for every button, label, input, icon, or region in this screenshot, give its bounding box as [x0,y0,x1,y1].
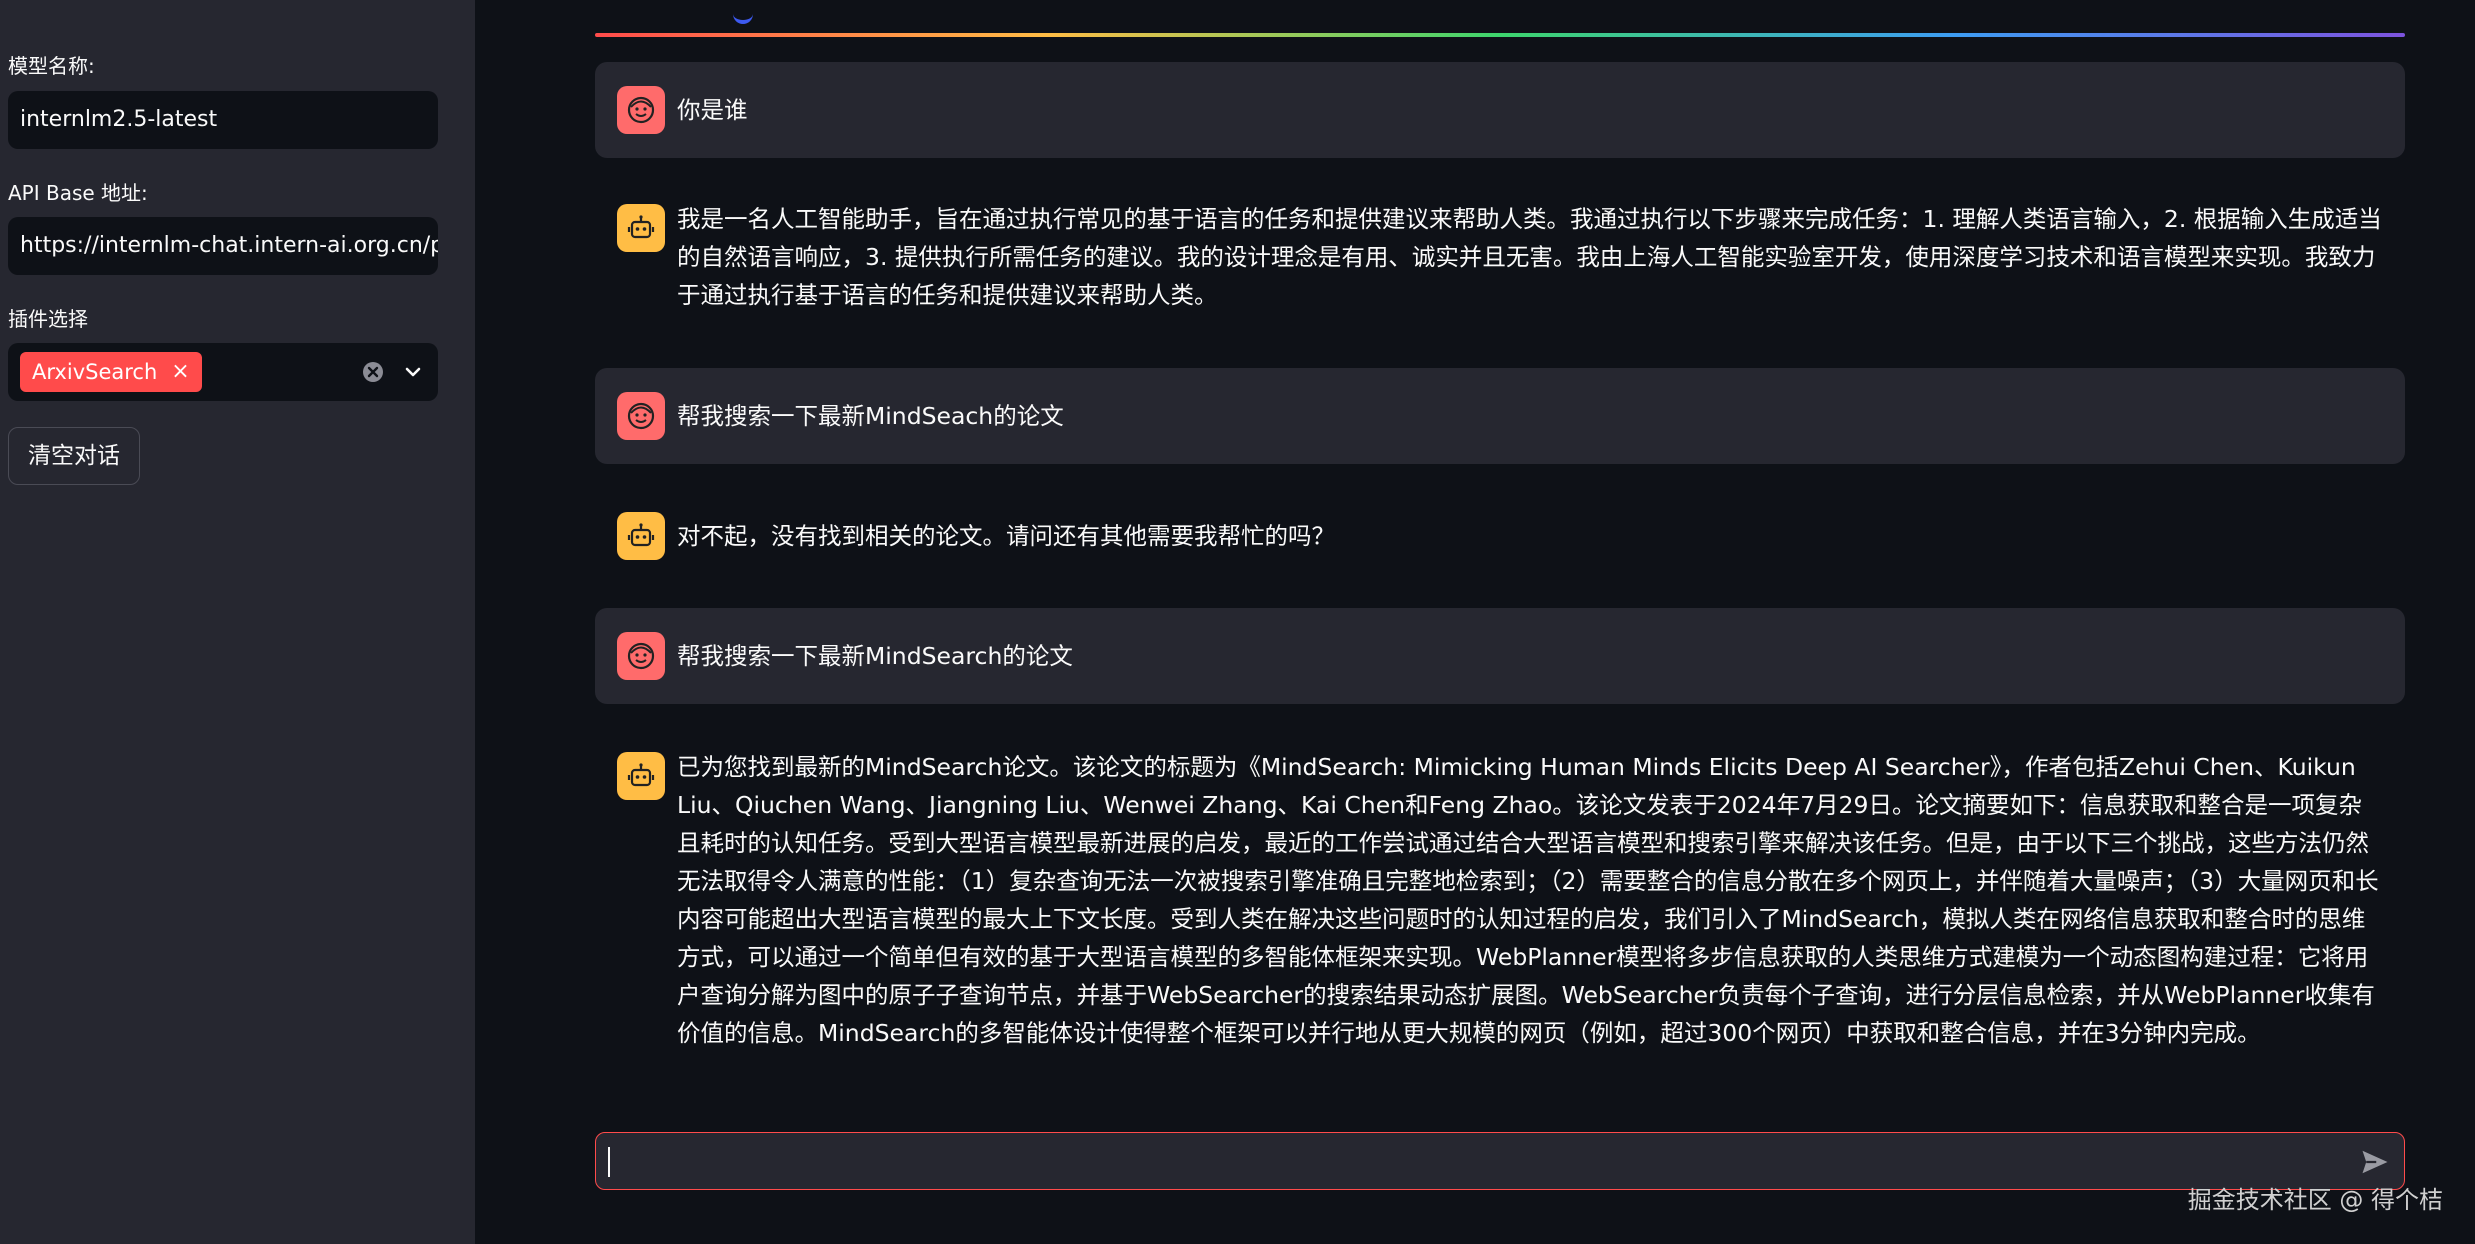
watermark: 掘金技术社区 @ 得个桔 [2187,1186,2443,1214]
chevron-down-icon[interactable] [401,360,425,384]
user-avatar-icon [617,632,665,680]
clear-conversation-button[interactable]: 清空对话 [8,427,140,485]
plugin-multiselect[interactable]: ArxivSearch × [8,343,438,401]
chat-input[interactable] [595,1132,2405,1190]
send-icon[interactable] [2360,1147,2390,1177]
tag-remove-icon[interactable]: × [171,352,189,392]
assistant-avatar-icon [617,752,665,800]
chat-message-assistant: 对不起，没有找到相关的论文。请问还有其他需要我帮忙的吗？ [595,512,2405,572]
plugin-tag-arxivsearch: ArxivSearch × [20,352,202,392]
message-text: 我是一名人工智能助手，旨在通过执行常见的基于语言的任务和提供建议来帮助人类。我通… [677,205,2382,309]
message-text: 已为您找到最新的MindSearch论文。该论文的标题为《MindSearch:… [677,753,2379,1047]
clear-selection-icon[interactable] [361,360,385,384]
message-text: 帮我搜索一下最新MindSearch的论文 [677,642,1073,670]
user-avatar-icon [617,86,665,134]
sidebar: 模型名称: internlm2.5-latest API Base 地址: ht… [0,0,475,1244]
plugin-select-label: 插件选择 [8,307,88,331]
model-name-label: 模型名称: [8,54,95,78]
chat-message-user: 你是谁 [595,62,2405,158]
chat-message-assistant: 已为您找到最新的MindSearch论文。该论文的标题为《MindSearch:… [595,752,2405,1072]
assistant-avatar-icon [617,204,665,252]
chat-message-assistant: 我是一名人工智能助手，旨在通过执行常见的基于语言的任务和提供建议来帮助人类。我通… [595,204,2405,324]
header-decoration-bar [595,33,2405,37]
chat-message-user: 帮我搜索一下最新MindSeach的论文 [595,368,2405,464]
text-cursor [608,1147,610,1177]
message-text: 帮我搜索一下最新MindSeach的论文 [677,402,1064,430]
chat-message-user: 帮我搜索一下最新MindSearch的论文 [595,608,2405,704]
assistant-avatar-icon [617,512,665,560]
api-base-input[interactable]: https://internlm-chat.intern-ai.org.cn/p… [8,217,438,275]
model-name-input[interactable]: internlm2.5-latest [8,91,438,149]
top-status-indicator [733,12,753,24]
api-base-label: API Base 地址: [8,181,148,205]
message-text: 你是谁 [677,96,748,124]
message-text: 对不起，没有找到相关的论文。请问还有其他需要我帮忙的吗？ [677,522,1335,550]
user-avatar-icon [617,392,665,440]
plugin-tag-label: ArxivSearch [32,360,158,384]
